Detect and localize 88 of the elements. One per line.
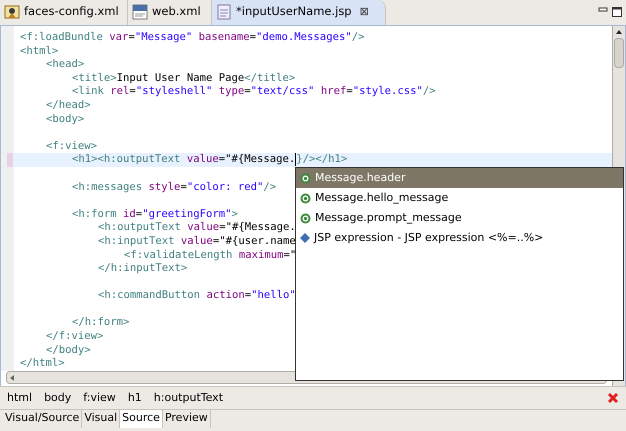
code-token: basename [198,31,250,45]
code-token: <f:loadBundle [20,31,104,45]
text-cursor [295,153,296,166]
code-token: ="#{user.name [212,234,296,248]
code-token: </h:inputText> [98,262,188,276]
breadcrumb-item[interactable]: html [7,390,32,406]
code-token: /> [422,85,436,99]
breadcrumb-item[interactable]: h:outputText [154,390,224,406]
code-token: </h:form> [72,316,130,330]
code-token: var [109,31,128,45]
code-token: </html> [20,357,65,371]
code-token: rel [110,85,130,99]
code-token: maximum [238,248,284,262]
code-token: /> [352,31,364,45]
code-token: <h:inputText [98,234,176,248]
faces-config-icon [4,4,20,20]
code-token: "demo.Messages" [256,31,352,45]
breadcrumb-item[interactable]: f:view [83,390,116,406]
code-token: <h:form [72,208,118,222]
code-token: </body> [46,344,91,358]
code-token: = [244,85,251,99]
code-token: id [123,208,136,222]
code-token: = [346,85,353,99]
tab-label: faces-config.xml [24,3,119,20]
breadcrumb-item[interactable]: h1 [128,390,142,406]
view-tab[interactable]: Visual [82,410,120,428]
completion-item[interactable]: Message.prompt_message [296,208,623,228]
code-token: "text/css" [250,85,316,99]
code-token: <body> [46,112,84,126]
breadcrumb-item[interactable]: body [44,390,72,406]
code-token: "Message" [134,31,194,45]
code-token: <h:messages [72,180,144,194]
completion-item[interactable]: Message.header [296,168,623,188]
code-token: = [129,85,136,99]
diamond-icon [300,233,310,243]
code-token: > [231,208,238,222]
field-icon [300,212,311,224]
code-token: value [186,153,219,167]
code-token: = [136,208,142,222]
code-token: "greetingForm" [142,208,232,222]
code-token: = [128,31,135,45]
code-token: ="#{Message. [219,221,296,235]
code-token: <h1><h:outputText [72,153,182,167]
code-token: <html> [20,44,58,58]
code-token: <h:commandButton [98,289,202,303]
code-token: style [148,180,180,194]
code-token: = [180,180,187,194]
code-token: = [250,31,256,45]
code-token: </f:view> [46,330,104,344]
completion-item[interactable]: Message.hello_message [296,188,623,208]
completion-item[interactable]: JSP expression - JSP expression <%=..%> [296,228,623,248]
code-token: <h:outputText [98,221,182,235]
view-tab[interactable]: Source [120,410,163,428]
code-token: value [187,221,220,235]
scroll-thumb[interactable] [614,38,624,68]
code-token: <head> [46,58,84,72]
code-token: }/></h1> [296,153,348,167]
tab-label: web.xml [152,3,201,20]
code-token: <f:view> [46,140,98,154]
code-token: value [180,234,213,248]
maximize-icon[interactable] [612,7,622,17]
code-token: href [320,85,346,99]
code-token: = [244,289,252,303]
code-token: ="#{Message. [218,153,296,167]
editor-tab[interactable]: *inputUserName.jsp ⊠ [212,0,386,25]
code-token: Input User Name Page [116,72,244,86]
view-tab[interactable]: Visual/Source [3,410,82,428]
code-token: <title> [72,72,117,86]
code-token: /> [263,180,276,194]
code-token: </head> [46,98,91,113]
code-token: =" [283,248,296,262]
code-token: "color: red" [186,180,264,194]
xml-file-icon [132,4,148,20]
code-token: <f:validateLength [124,248,234,262]
change-marker [7,153,13,167]
code-token: "style.css" [352,85,423,99]
code-token: type [218,85,244,99]
close-icon[interactable] [607,392,619,404]
field-icon [300,192,311,204]
field-icon [300,172,311,184]
code-token: action [206,289,245,303]
tab-label: *inputUserName.jsp [236,3,352,20]
code-token: "hello" [251,289,296,303]
code-token: <link [72,85,105,99]
code-token: </title> [244,72,296,86]
jsp-file-icon [216,4,232,20]
code-token: "styleshell" [136,85,214,99]
close-tab-button[interactable]: ⊠ [360,4,369,20]
